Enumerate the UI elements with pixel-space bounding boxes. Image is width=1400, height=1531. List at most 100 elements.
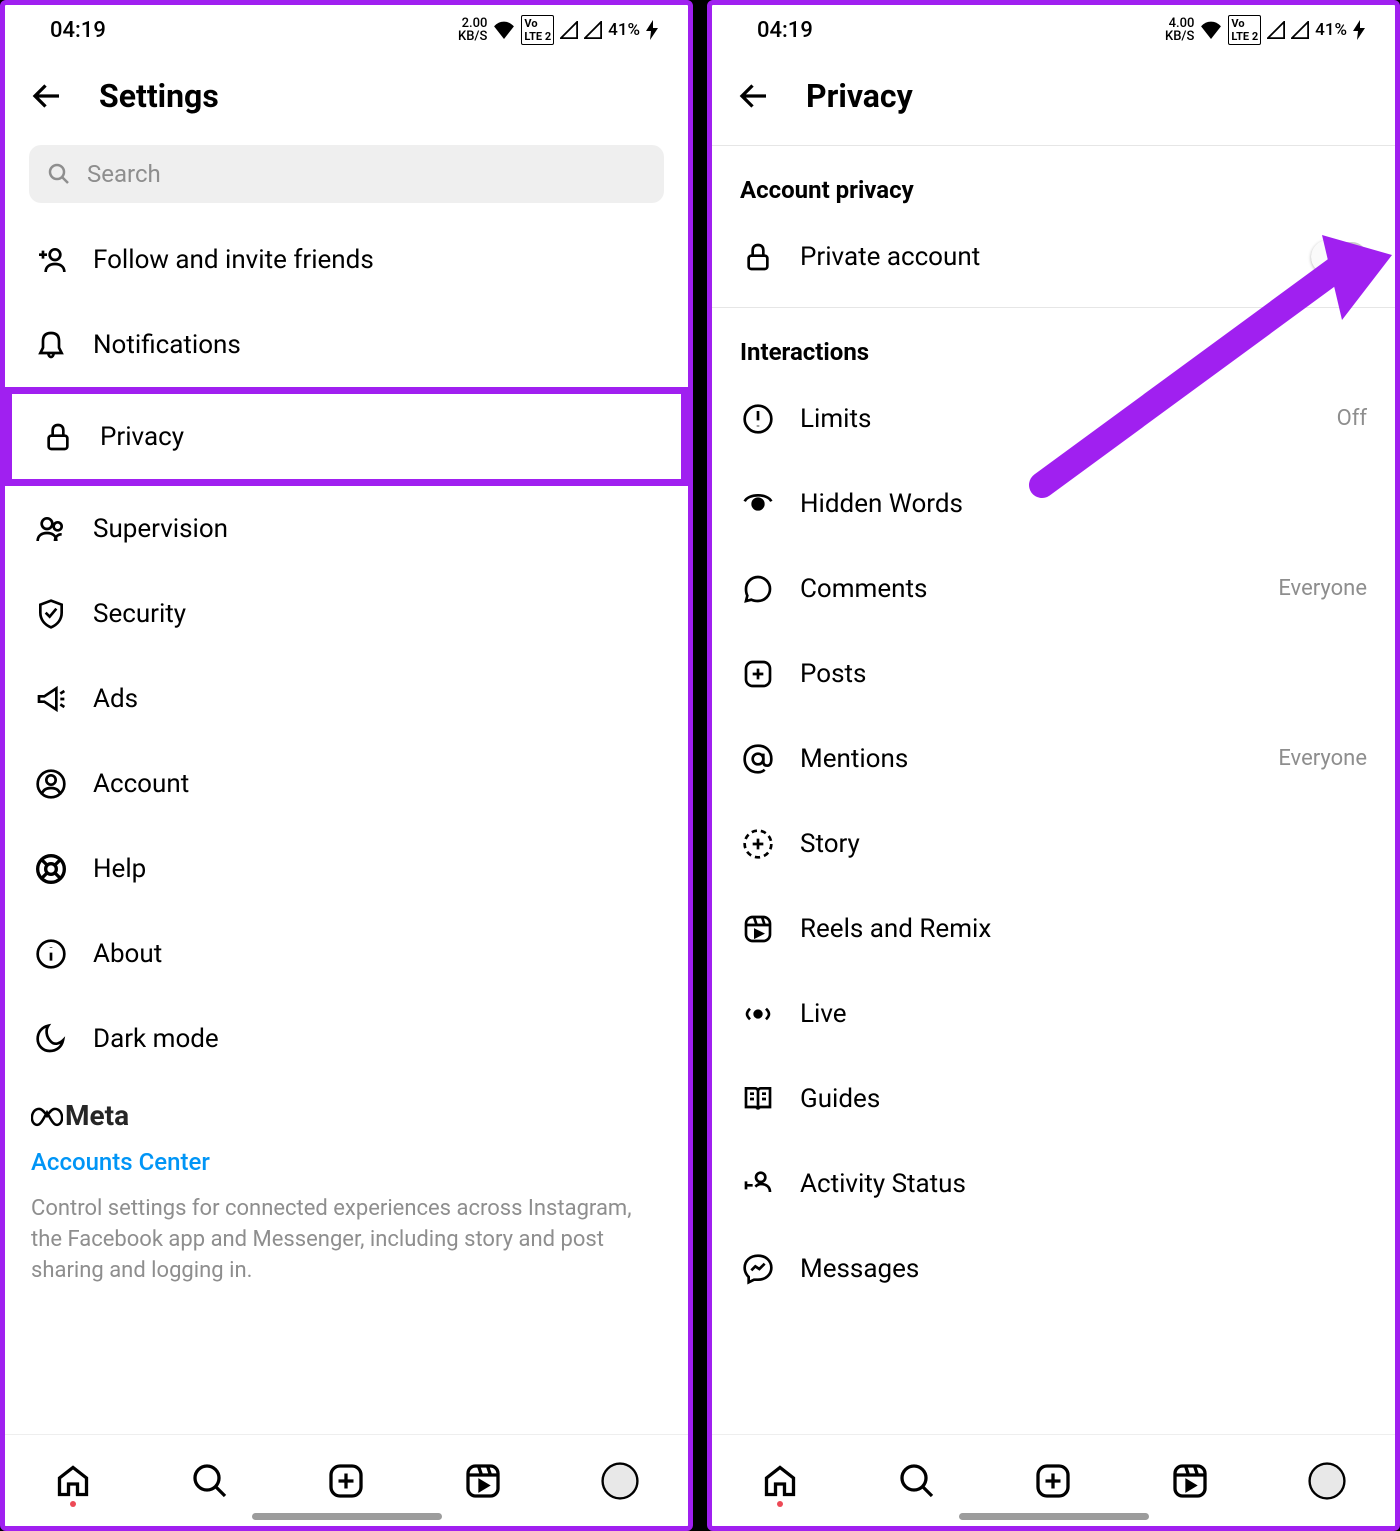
item-trail: Off xyxy=(1337,406,1367,431)
settings-item-help[interactable]: Help xyxy=(5,826,688,911)
back-arrow-icon[interactable] xyxy=(736,78,772,114)
item-label: Help xyxy=(93,854,660,884)
privacy-item-reels[interactable]: Reels and Remix xyxy=(712,886,1395,971)
signal-icon-2 xyxy=(584,21,602,39)
nav-profile[interactable] xyxy=(1305,1459,1349,1503)
lock-icon xyxy=(742,241,774,273)
item-label: Live xyxy=(800,999,1367,1029)
settings-item-account[interactable]: Account xyxy=(5,741,688,826)
item-trail: Everyone xyxy=(1278,746,1367,771)
privacy-item-guides[interactable]: Guides xyxy=(712,1056,1395,1141)
reels-icon xyxy=(742,913,774,945)
meta-logo: Meta xyxy=(31,1099,662,1132)
eye-hidden-icon xyxy=(742,488,774,520)
search-icon xyxy=(47,162,71,186)
item-label: Ads xyxy=(93,684,660,714)
lock-icon xyxy=(42,421,74,453)
item-label: Supervision xyxy=(93,514,660,544)
search-icon xyxy=(192,1463,228,1499)
item-label: Private account xyxy=(800,242,1287,272)
plus-square-icon xyxy=(742,658,774,690)
private-account-row[interactable]: Private account xyxy=(712,214,1395,299)
privacy-item-limits[interactable]: Limits Off xyxy=(712,376,1395,461)
home-indicator[interactable] xyxy=(252,1513,442,1520)
private-account-toggle[interactable] xyxy=(1311,242,1367,272)
item-label: Security xyxy=(93,599,660,629)
at-sign-icon xyxy=(742,743,774,775)
item-label: Follow and invite friends xyxy=(93,245,660,275)
story-add-icon xyxy=(742,828,774,860)
privacy-item-messages[interactable]: Messages xyxy=(712,1226,1395,1311)
privacy-item-activity[interactable]: Activity Status xyxy=(712,1141,1395,1226)
settings-item-about[interactable]: About xyxy=(5,911,688,996)
home-icon xyxy=(55,1463,91,1499)
page-title: Settings xyxy=(99,77,219,115)
nav-reels[interactable] xyxy=(1168,1459,1212,1503)
profile-avatar-icon xyxy=(601,1462,639,1500)
alert-circle-icon xyxy=(742,403,774,435)
charging-icon xyxy=(1353,20,1365,40)
item-label: Reels and Remix xyxy=(800,914,1367,944)
item-label: Privacy xyxy=(100,422,653,452)
nav-search[interactable] xyxy=(188,1459,232,1503)
item-label: Messages xyxy=(800,1254,1367,1284)
privacy-item-mentions[interactable]: Mentions Everyone xyxy=(712,716,1395,801)
status-bar: 04:19 4.00KB/S VoLTE 2 41% xyxy=(712,5,1395,55)
nav-home[interactable] xyxy=(758,1459,802,1503)
section-interactions: Interactions xyxy=(712,316,1395,376)
privacy-item-comments[interactable]: Comments Everyone xyxy=(712,546,1395,631)
battery-percent: 41% xyxy=(608,20,640,40)
nav-search[interactable] xyxy=(895,1459,939,1503)
moon-icon xyxy=(35,1023,67,1055)
plus-square-icon xyxy=(1035,1463,1071,1499)
settings-header: Settings xyxy=(5,55,688,137)
item-label: Guides xyxy=(800,1084,1367,1114)
live-icon xyxy=(742,998,774,1030)
nav-create[interactable] xyxy=(1031,1459,1075,1503)
privacy-item-story[interactable]: Story xyxy=(712,801,1395,886)
comment-icon xyxy=(742,573,774,605)
back-arrow-icon[interactable] xyxy=(29,78,65,114)
item-label: Posts xyxy=(800,659,1367,689)
guides-icon xyxy=(742,1083,774,1115)
bell-icon xyxy=(35,329,67,361)
reels-icon xyxy=(1172,1463,1208,1499)
lifebuoy-icon xyxy=(35,853,67,885)
status-time: 04:19 xyxy=(757,18,813,43)
item-label: Mentions xyxy=(800,744,1254,774)
nav-create[interactable] xyxy=(324,1459,368,1503)
signal-icon xyxy=(560,21,578,39)
meta-section: Meta Accounts Center Control settings fo… xyxy=(5,1081,688,1296)
settings-item-notifications[interactable]: Notifications xyxy=(5,302,688,387)
phone-privacy: 04:19 4.00KB/S VoLTE 2 41% Privacy Accou… xyxy=(707,0,1400,1531)
charging-icon xyxy=(646,20,658,40)
plus-square-icon xyxy=(328,1463,364,1499)
item-label: Dark mode xyxy=(93,1024,660,1054)
privacy-item-posts[interactable]: Posts xyxy=(712,631,1395,716)
item-label: Hidden Words xyxy=(800,489,1367,519)
profile-avatar-icon xyxy=(1308,1462,1346,1500)
page-title: Privacy xyxy=(806,77,913,115)
signal-icon-2 xyxy=(1291,21,1309,39)
settings-item-ads[interactable]: Ads xyxy=(5,656,688,741)
settings-item-darkmode[interactable]: Dark mode xyxy=(5,996,688,1081)
item-label: Limits xyxy=(800,404,1313,434)
privacy-item-live[interactable]: Live xyxy=(712,971,1395,1056)
settings-item-follow[interactable]: Follow and invite friends xyxy=(5,217,688,302)
privacy-item-hidden-words[interactable]: Hidden Words xyxy=(712,461,1395,546)
item-trail: Everyone xyxy=(1278,576,1367,601)
settings-item-privacy[interactable]: Privacy xyxy=(12,394,681,479)
wifi-icon xyxy=(1200,21,1222,39)
home-indicator[interactable] xyxy=(959,1513,1149,1520)
nav-profile[interactable] xyxy=(598,1459,642,1503)
user-circle-icon xyxy=(35,768,67,800)
item-label: Activity Status xyxy=(800,1169,1367,1199)
meta-description: Control settings for connected experienc… xyxy=(31,1194,662,1286)
settings-item-security[interactable]: Security xyxy=(5,571,688,656)
search-input[interactable]: Search xyxy=(29,145,664,203)
settings-item-supervision[interactable]: Supervision xyxy=(5,486,688,571)
accounts-center-link[interactable]: Accounts Center xyxy=(31,1148,662,1176)
nav-reels[interactable] xyxy=(461,1459,505,1503)
nav-home[interactable] xyxy=(51,1459,95,1503)
home-icon xyxy=(762,1463,798,1499)
